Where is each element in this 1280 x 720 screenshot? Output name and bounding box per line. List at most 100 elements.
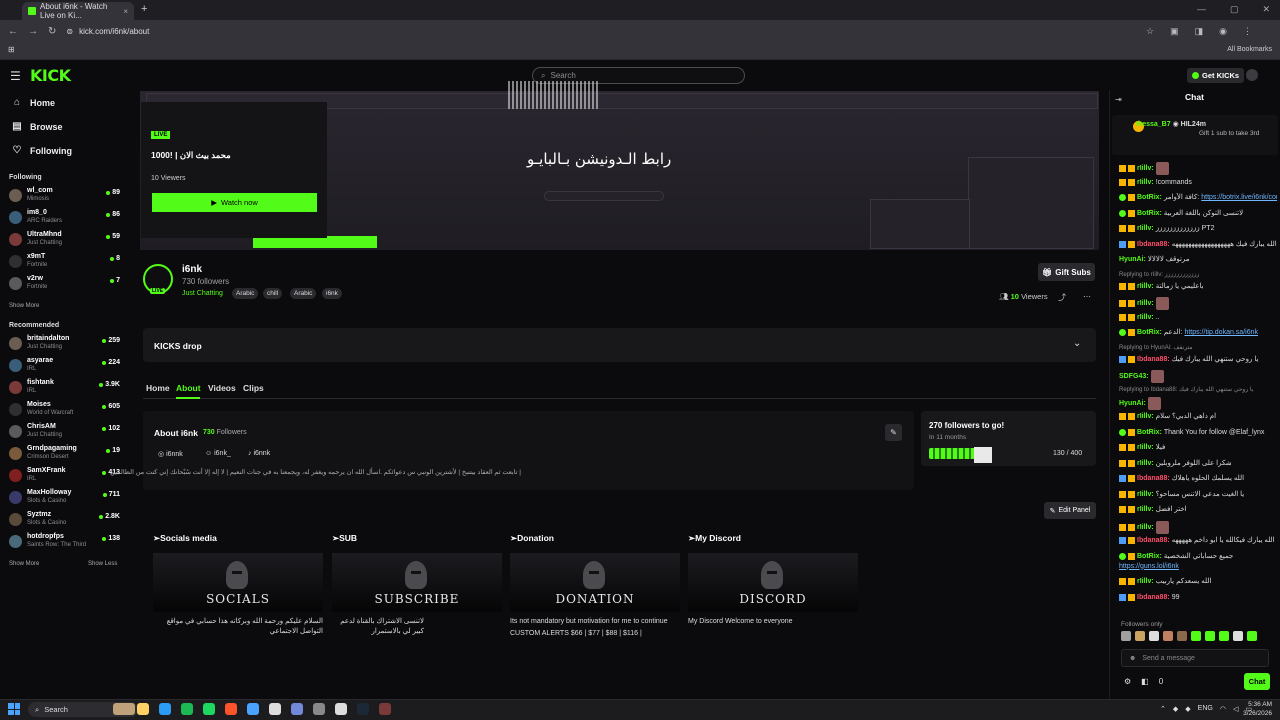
show-less-recommended[interactable]: Show Less: [88, 561, 117, 567]
sidebar-channel-grndpagaming[interactable]: Grndpagaming Crimson Desert 19: [9, 445, 120, 465]
steam-icon[interactable]: [357, 703, 369, 715]
chat-message[interactable]: rIillv: ززززززززززززز PT2: [1119, 224, 1277, 233]
panel-image[interactable]: SUBSCRIBE: [332, 553, 502, 612]
edit-pencil-icon[interactable]: ✎: [885, 424, 902, 441]
chat-message[interactable]: BotRix: لاتنسى التوكن باللغة العربية: [1119, 209, 1277, 218]
profile-icon[interactable]: ◉: [1219, 26, 1227, 37]
chat-message[interactable]: rIillv: باعليمي يا زمالتة: [1119, 282, 1277, 291]
chat-message[interactable]: rIillv: شكرا على اللوفر ملروبلين: [1119, 459, 1277, 468]
emote-icon[interactable]: [1233, 631, 1243, 641]
chat-settings-icon[interactable]: ⚙: [1124, 677, 1131, 686]
chat-username[interactable]: rIillv:: [1137, 412, 1154, 421]
emote-icon[interactable]: [1163, 631, 1173, 641]
tab-clips[interactable]: Clips: [243, 383, 264, 393]
chat-username[interactable]: Ibdana88:: [1137, 355, 1170, 364]
chat-message[interactable]: rIillv: ام داهي الدبي؟ سلام: [1119, 412, 1277, 421]
chat-send-button[interactable]: Chat: [1244, 673, 1270, 690]
chat-username[interactable]: BotRix:: [1137, 193, 1162, 202]
app-icon[interactable]: [379, 703, 391, 715]
chat-username[interactable]: rIillv:: [1137, 523, 1154, 532]
chat-message[interactable]: rIillv:..: [1119, 313, 1277, 322]
chat-message[interactable]: Ibdana88: الله يبارك فيك هههههههههههههههه…: [1119, 240, 1277, 249]
sidebar-channel-im8_0[interactable]: im8_0 ARC Raiders 86: [9, 209, 120, 229]
user-avatar[interactable]: [1246, 69, 1258, 81]
emote-icon[interactable]: [1205, 631, 1215, 641]
browser-tab[interactable]: About i6nk - Watch Live on Ki... ×: [22, 2, 134, 20]
chat-username[interactable]: BotRix:: [1137, 428, 1162, 437]
edit-panel-button[interactable]: ✎ Edit Panel: [1044, 502, 1096, 519]
collapse-chat-icon[interactable]: ⇥: [1115, 95, 1122, 104]
chat-username[interactable]: rIillv:: [1137, 443, 1154, 452]
watch-now-button[interactable]: ▶ Watch now: [152, 193, 317, 212]
emote-icon[interactable]: [1121, 631, 1131, 641]
snapchat-link[interactable]: ☺ i6nk_: [205, 450, 231, 457]
chat-message[interactable]: Ibdana88: الله يبارك فيكالله يا ابو داخم …: [1119, 536, 1277, 545]
brave-icon[interactable]: [225, 703, 237, 715]
chevron-up-icon[interactable]: ⌃: [1160, 705, 1166, 713]
obs-icon[interactable]: [313, 703, 325, 715]
chat-username[interactable]: rIillv:: [1137, 282, 1154, 291]
chat-message[interactable]: rIillv: يا الغيت مدعي الاتنس مساحو؟: [1119, 490, 1277, 499]
chat-username[interactable]: HyunAi:: [1119, 255, 1146, 264]
sidebar-channel-asyarae[interactable]: asyarae IRL 224: [9, 357, 120, 377]
emote-icon[interactable]: [1149, 631, 1159, 641]
spotify-icon[interactable]: [203, 703, 215, 715]
edge-icon[interactable]: [159, 703, 171, 715]
kicks-balance-icon[interactable]: ◧: [1141, 677, 1149, 686]
tiktok-link[interactable]: ♪ i6nnk: [248, 450, 270, 457]
chat-message[interactable]: BotRix: جميع حساباتي الشخصية: [1119, 552, 1277, 561]
sidebar-channel-v2rw[interactable]: v2rw Fortnite 7: [9, 275, 120, 295]
sidebar-channel-x9mt[interactable]: x9mT Fortnite 8: [9, 253, 120, 273]
sidepanel-icon[interactable]: ◨: [1195, 26, 1204, 37]
chat-username[interactable]: BotRix:: [1137, 328, 1162, 337]
forward-icon[interactable]: →: [28, 26, 38, 37]
emote-bar[interactable]: [1121, 631, 1257, 641]
extensions-icon[interactable]: ▣: [1170, 26, 1179, 37]
tab-home[interactable]: Home: [146, 383, 170, 393]
chat-message[interactable]: rIillv:: [1119, 297, 1277, 310]
weather-icon[interactable]: [113, 703, 135, 715]
tab-close-icon[interactable]: ×: [123, 7, 128, 16]
live-preview-card[interactable]: [141, 102, 327, 238]
settings-icon[interactable]: [269, 703, 281, 715]
sidebar-channel-syztmz[interactable]: Syztmz Slots & Casino 2.8K: [9, 511, 120, 531]
tab-about[interactable]: About: [176, 383, 201, 393]
emote-icon[interactable]: [1177, 631, 1187, 641]
tray-app-icon[interactable]: ◆: [1185, 705, 1190, 713]
language-indicator[interactable]: ENG: [1198, 705, 1213, 713]
get-kicks-button[interactable]: Get KICKs: [1187, 68, 1245, 83]
chat-username[interactable]: rIillv:: [1137, 505, 1154, 514]
sidebar-channel-chrisam[interactable]: ChrisAM Just Chatting 102: [9, 423, 120, 443]
chat-username[interactable]: rIillv:: [1137, 459, 1154, 468]
chat-username[interactable]: rIillv:: [1137, 490, 1154, 499]
tag-i6nk[interactable]: i6nk: [322, 288, 342, 299]
chat-message[interactable]: HyunAi: مرتوقف لالالالا: [1119, 255, 1277, 264]
chat-username[interactable]: SDFG43:: [1119, 372, 1149, 381]
emote-picker-icon[interactable]: ☻: [1129, 655, 1136, 662]
chat-username[interactable]: rIillv:: [1137, 313, 1154, 322]
show-more-recommended[interactable]: Show More: [9, 561, 39, 567]
chat-username[interactable]: BotRix:: [1137, 209, 1162, 218]
chat-message[interactable]: rIillv: !commands: [1119, 178, 1277, 187]
gift-subs-button[interactable]: 🎁︎ Gift Subs: [1038, 263, 1095, 281]
tray-app-icon[interactable]: ◆: [1173, 705, 1178, 713]
sidebar-channel-samxfrank[interactable]: SamXFrank IRL 413: [9, 467, 120, 487]
panel-image[interactable]: DISCORD: [688, 553, 858, 612]
sidebar-channel-maxholloway[interactable]: MaxHolloway Slots & Casino 711: [9, 489, 120, 509]
chrome-icon[interactable]: [181, 703, 193, 715]
chat-message[interactable]: HyunAi:: [1119, 396, 1277, 410]
nav-home[interactable]: ⌂ Home: [12, 97, 55, 108]
chat-message[interactable]: rIillv: الله يسعدكم ياربيب: [1119, 577, 1277, 586]
terminal-icon[interactable]: [335, 703, 347, 715]
show-more-following[interactable]: Show More: [9, 303, 39, 309]
url-field[interactable]: ⊜ kick.com/i6nk/about: [66, 23, 1137, 39]
emote-icon[interactable]: [1219, 631, 1229, 641]
chat-username[interactable]: rIillv:: [1137, 224, 1154, 233]
chat-message[interactable]: rIillv:: [1119, 162, 1277, 175]
chat-username[interactable]: rIillv:: [1137, 299, 1154, 308]
site-info-icon[interactable]: ⊜: [66, 27, 73, 36]
sidebar-channel-wl_com[interactable]: wl_com Mimosis 89: [9, 187, 120, 207]
bookmark-star-icon[interactable]: ☆: [1146, 26, 1154, 37]
chat-username[interactable]: Ibdana88:: [1137, 240, 1170, 249]
menu-icon[interactable]: ⋮: [1243, 26, 1252, 37]
